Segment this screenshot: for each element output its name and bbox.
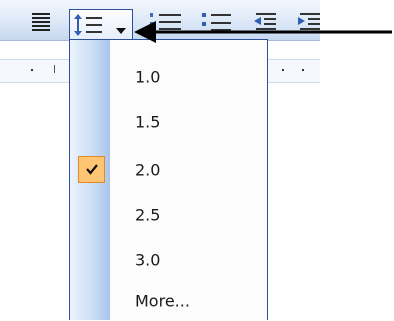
annotation-arrow: [134, 21, 392, 43]
